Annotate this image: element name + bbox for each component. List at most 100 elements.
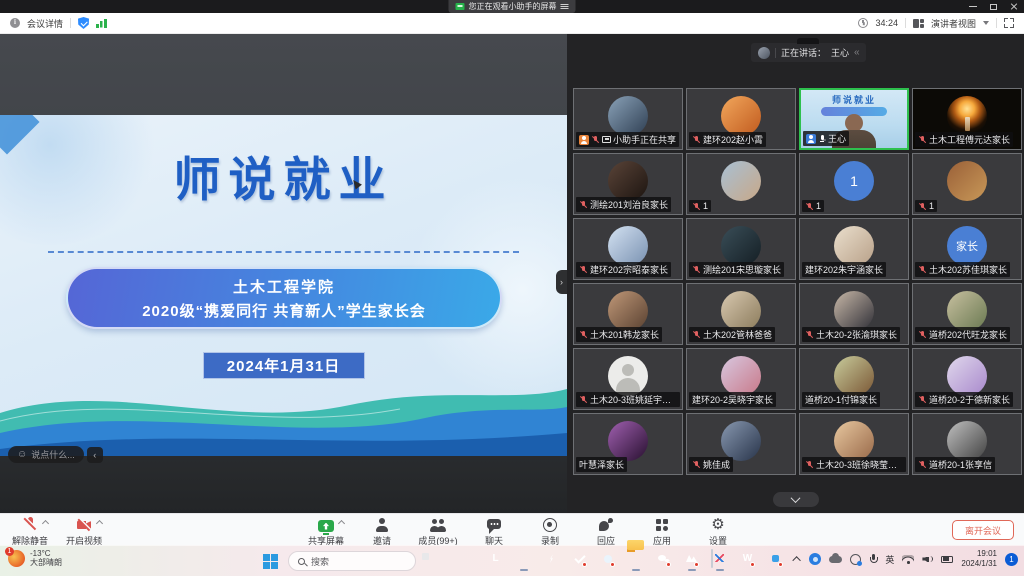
view-mode-selector[interactable]: 演讲者视图 [931, 17, 976, 30]
weather-desc: 大部晴朗 [30, 558, 62, 567]
mail-app-icon[interactable] [571, 550, 588, 572]
volume-icon[interactable] [922, 555, 933, 564]
participant-tile[interactable]: 11 [799, 153, 909, 215]
mic-muted-icon [918, 330, 927, 339]
file-explorer-icon[interactable] [627, 550, 644, 572]
participant-tile[interactable]: 道桥20-2于德新家长 [912, 348, 1022, 410]
chevron-up-icon[interactable] [96, 520, 103, 527]
tray-expand-icon[interactable] [793, 556, 801, 564]
tencent-meeting-icon[interactable] [683, 550, 700, 572]
participant-tile[interactable]: 测绘201刘治良家长 [573, 153, 683, 215]
unmute-button[interactable]: 解除静音 [10, 516, 50, 547]
participant-tile[interactable]: 土木20-2张渝琪家长 [799, 283, 909, 345]
blue-app-icon[interactable] [543, 550, 560, 572]
participant-tile[interactable]: 1 [686, 153, 796, 215]
wps-office-icon[interactable] [739, 550, 756, 572]
collapse-arrows-icon[interactable]: « [854, 47, 859, 58]
participant-avatar [834, 356, 874, 396]
input-language[interactable]: 英 [885, 553, 894, 566]
task-view-icon[interactable] [431, 550, 448, 572]
scroll-down-button[interactable] [773, 492, 819, 507]
sync-icon[interactable] [850, 554, 861, 565]
microsoft-store-icon[interactable] [515, 550, 532, 572]
participant-tile[interactable]: 道桥20-1张享信 [912, 413, 1022, 475]
participant-tile[interactable]: 土木20-3班姚延宇家长 [573, 348, 683, 410]
notification-dot [750, 562, 755, 567]
reactions-button[interactable]: 回应 [586, 516, 626, 547]
edge-browser-icon[interactable] [459, 550, 476, 572]
chat-input[interactable]: ☺ 说点什么... [8, 446, 84, 463]
taskbar-app-icons [431, 550, 784, 572]
participant-tile[interactable]: 小助手正在共享 [573, 88, 683, 150]
panel-collapse-handle[interactable]: › [556, 270, 567, 294]
clock-date[interactable]: 19:01 2024/1/31 [961, 549, 997, 569]
share-screen-button[interactable]: 共享屏幕 [306, 516, 346, 547]
tray-mic-icon[interactable] [869, 554, 877, 565]
settings-button[interactable]: 设置 [698, 516, 738, 547]
participant-tile[interactable]: 道桥202代旺龙家长 [912, 283, 1022, 345]
members-button[interactable]: 成员(99+) [418, 516, 458, 547]
participant-tile[interactable]: 土木工程傅元达家长 [912, 88, 1022, 150]
wifi-icon[interactable] [902, 555, 914, 564]
record-button[interactable]: 录制 [530, 516, 570, 547]
chat-collapse-button[interactable]: ‹ [87, 447, 103, 463]
participant-tile[interactable]: 土木202管林爸爸 [686, 283, 796, 345]
participant-tile[interactable]: 建环20-2吴晓宇家长 [686, 348, 796, 410]
tray-app-icon[interactable] [809, 553, 821, 565]
meeting-toolbar: 解除静音开启视频 共享屏幕邀请成员(99+) 聊天录制回应应用设置 离开会议 [0, 513, 1024, 545]
speaking-label: 正在讲话： [781, 46, 826, 59]
participant-tile[interactable]: 土木201韩龙家长 [573, 283, 683, 345]
apps-button[interactable]: 应用 [642, 516, 682, 547]
office-app-icon[interactable] [487, 550, 504, 572]
participant-name: 建环202宗昭泰家长 [590, 263, 668, 276]
participant-tile[interactable]: 建环202宗昭泰家长 [573, 218, 683, 280]
close-button[interactable] [1010, 3, 1018, 11]
weather-widget[interactable]: 1 -13°C 大部晴朗 [8, 549, 62, 567]
participant-avatar [947, 161, 987, 201]
dev-app-icon[interactable] [767, 550, 784, 572]
invite-button[interactable]: 邀请 [362, 516, 402, 547]
wechat-icon[interactable] [655, 550, 672, 572]
participant-name-label: 道桥202代旺龙家长 [915, 327, 1010, 342]
watching-banner[interactable]: 您正在观看小助手的屏幕 [449, 0, 576, 13]
search-icon [298, 558, 305, 565]
banner-menu-icon[interactable] [561, 3, 569, 10]
battery-icon[interactable] [941, 556, 953, 563]
participant-tile[interactable]: 建环202朱宇涵家长 [799, 218, 909, 280]
participant-tile[interactable]: 土木20-3班徐晓莹家长 [799, 413, 909, 475]
participant-name: 姚佳成 [703, 458, 730, 471]
meeting-details-link[interactable]: 会议详情 [27, 17, 63, 30]
participant-tile[interactable]: 1 [912, 153, 1022, 215]
participant-tile[interactable]: 建环202赵小霄 [686, 88, 796, 150]
participant-name: 土木20-3班徐晓莹家长 [816, 458, 903, 471]
participant-tile[interactable]: 叶慧泽家长 [573, 413, 683, 475]
maximize-button[interactable] [990, 4, 997, 10]
participant-tile[interactable]: 师说就业王心 [799, 88, 909, 150]
browser-app-icon[interactable] [599, 550, 616, 572]
cloud-icon[interactable] [829, 556, 842, 563]
participant-tile[interactable]: 家长土木202苏佳琪家长 [912, 218, 1022, 280]
participant-tile[interactable]: 测绘201宋思璇家长 [686, 218, 796, 280]
taskbar-search[interactable]: 搜索 [288, 551, 416, 571]
start-video-button[interactable]: 开启视频 [64, 516, 104, 547]
minimize-button[interactable] [969, 6, 977, 7]
participant-tile[interactable]: 姚佳成 [686, 413, 796, 475]
emoji-icon[interactable]: ☺ [17, 450, 27, 460]
fullscreen-icon[interactable] [1004, 18, 1014, 28]
chevron-up-icon[interactable] [42, 520, 49, 527]
participant-tile[interactable]: 道桥20-1付锦家长 [799, 348, 909, 410]
chevron-down-icon[interactable] [983, 21, 989, 25]
leave-meeting-button[interactable]: 离开会议 [952, 520, 1014, 540]
network-signal-icon[interactable] [96, 19, 107, 28]
snip-tool-icon[interactable] [711, 550, 728, 572]
participant-avatar: 1 [834, 161, 874, 201]
windows-start-button[interactable] [262, 553, 279, 570]
security-shield-icon[interactable] [78, 17, 89, 29]
participant-name: 道桥202代旺龙家长 [929, 328, 1007, 341]
chat-button[interactable]: 聊天 [474, 516, 514, 547]
presentation-slide: 师说就业 土木工程学院 2020级“携爱同行 共育新人”学生家长会 2024年1… [0, 115, 567, 456]
notification-badge[interactable]: 1 [1005, 553, 1018, 566]
participant-name-label: 土木202管林爸爸 [689, 327, 775, 342]
speaking-bar-tab[interactable] [797, 38, 819, 44]
chevron-up-icon[interactable] [338, 520, 345, 527]
